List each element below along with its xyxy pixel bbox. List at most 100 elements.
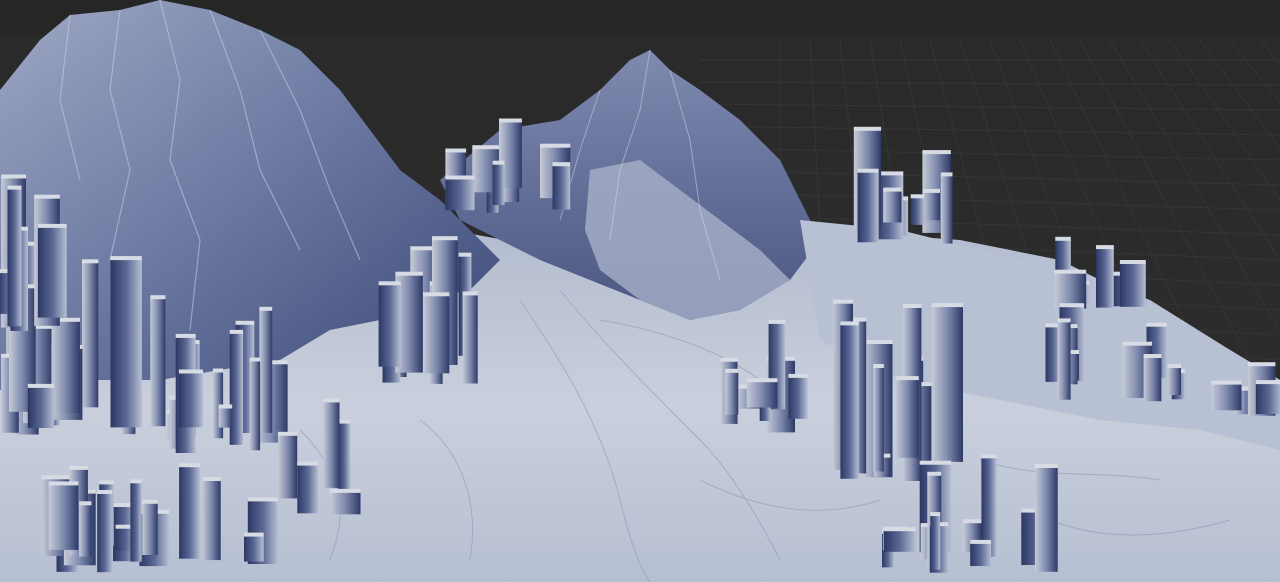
- terrain-pillar-top: [1057, 318, 1071, 323]
- terrain-pillar-top: [259, 306, 273, 311]
- terrain-pillar-top: [883, 187, 902, 192]
- terrain-pillar: [725, 371, 739, 415]
- terrain-pillar: [48, 484, 79, 550]
- terrain-pillar-top: [423, 292, 450, 297]
- terrain-pillar-top: [41, 475, 71, 480]
- terrain-pillar-top: [1255, 380, 1280, 385]
- terrain-pillar: [218, 407, 233, 428]
- terrain-pillar: [297, 464, 319, 514]
- terrain-pillar-top: [462, 291, 478, 296]
- 3d-viewport[interactable]: [0, 0, 1280, 582]
- terrain-pillar-top: [395, 271, 423, 276]
- terrain-pillar: [1143, 357, 1162, 402]
- terrain-pillar-top: [840, 321, 859, 326]
- terrain-pillar-top: [142, 499, 158, 504]
- terrain-pillar-top: [7, 185, 22, 190]
- terrain-pillar: [462, 294, 478, 384]
- terrain-pillar-top: [247, 497, 278, 502]
- terrain-pillar-top: [1146, 322, 1167, 327]
- terrain-pillar-top: [873, 364, 884, 368]
- terrain-pillar-top: [37, 223, 67, 228]
- terrain-pillar: [1211, 383, 1242, 411]
- terrain-pillar-top: [323, 398, 340, 403]
- terrain-pillar: [940, 175, 953, 244]
- terrain-pillar: [249, 360, 261, 451]
- terrain-pillar-top: [970, 539, 992, 544]
- terrain-pillar: [229, 332, 244, 445]
- terrain-pillar-top: [922, 188, 940, 193]
- terrain-pillar: [202, 480, 221, 561]
- terrain-pillar: [150, 298, 166, 427]
- terrain-pillar: [423, 295, 450, 374]
- terrain-pillar-top: [1119, 260, 1146, 264]
- terrain-pillar: [7, 188, 22, 327]
- terrain-pillar: [142, 502, 158, 555]
- terrain-pillar: [110, 259, 142, 428]
- terrain-pillar: [873, 367, 884, 472]
- terrain-pillar-top: [378, 281, 401, 286]
- terrain-pillar-top: [202, 477, 221, 481]
- terrain-pillar: [1034, 467, 1058, 572]
- terrain-pillar-top: [150, 295, 166, 300]
- terrain-pillar-top: [1059, 303, 1085, 308]
- terrain-pillar-top: [1034, 464, 1058, 468]
- terrain-pillar-top: [110, 256, 142, 261]
- terrain-pillar: [746, 381, 778, 408]
- terrain-pillar-top: [1054, 269, 1087, 274]
- terrain-pillar: [338, 422, 351, 498]
- terrain-pillar: [910, 197, 925, 225]
- terrain-pillar-top: [212, 368, 224, 373]
- terrain-pillar: [840, 324, 859, 479]
- terrain-pillar-top: [540, 143, 571, 148]
- terrain-pillar: [178, 372, 203, 428]
- terrain-pillar-top: [179, 463, 201, 468]
- terrain-pillar: [97, 493, 113, 573]
- terrain-pillar: [970, 542, 992, 567]
- terrain-pillar: [179, 466, 201, 559]
- terrain-pillar-top: [79, 501, 92, 506]
- terrain-pillar-top: [229, 329, 244, 334]
- terrain-pillar: [883, 530, 916, 552]
- terrain-pillar-top: [27, 383, 55, 388]
- terrain-pillar-top: [862, 340, 893, 344]
- terrain-pillar: [788, 376, 808, 419]
- terrain-pillar-top: [927, 471, 942, 476]
- terrain-pillar: [259, 309, 273, 433]
- terrain-pillar-top: [725, 368, 739, 373]
- terrain-pillar-top: [895, 376, 919, 381]
- terrain-pillar-top: [178, 369, 203, 374]
- terrain-pillar-top: [853, 126, 882, 131]
- terrain-pillar-top: [1, 174, 26, 179]
- terrain-pillar: [330, 491, 361, 515]
- terrain-pillar-top: [492, 160, 505, 165]
- terrain-pillar-top: [552, 162, 571, 167]
- terrain-pillar: [857, 171, 879, 243]
- terrain-pillar-top: [175, 333, 196, 338]
- terrain-pillar-top: [910, 194, 925, 199]
- terrain-pillar-top: [720, 357, 738, 362]
- terrain-pillar: [79, 504, 92, 557]
- terrain-pillar: [1167, 367, 1181, 396]
- terrain-pillar: [82, 262, 99, 408]
- terrain-pillar-top: [445, 175, 475, 180]
- terrain-pillar-top: [931, 303, 963, 308]
- terrain-pillar: [244, 535, 264, 562]
- terrain-pillar-top: [963, 519, 982, 524]
- terrain-pillar: [37, 226, 67, 318]
- terrain-pillar-top: [330, 488, 361, 493]
- terrain-pillar-top: [1143, 354, 1162, 358]
- terrain-pillar-top: [34, 194, 60, 199]
- terrain-pillar-top: [902, 304, 922, 308]
- terrain-pillar: [492, 163, 505, 206]
- terrain-pillar-top: [857, 168, 879, 173]
- terrain-pillar: [1119, 263, 1146, 307]
- terrain-pillar-top: [458, 252, 472, 257]
- terrain-pillar-top: [746, 378, 778, 383]
- terrain-pillar: [1057, 321, 1071, 400]
- terrain-scene[interactable]: [0, 0, 1280, 582]
- terrain-pillar: [1096, 248, 1114, 308]
- terrain-pillar: [883, 190, 902, 223]
- terrain-pillar-top: [499, 118, 522, 123]
- terrain-pillar: [552, 165, 571, 210]
- terrain-pillar-top: [883, 527, 916, 532]
